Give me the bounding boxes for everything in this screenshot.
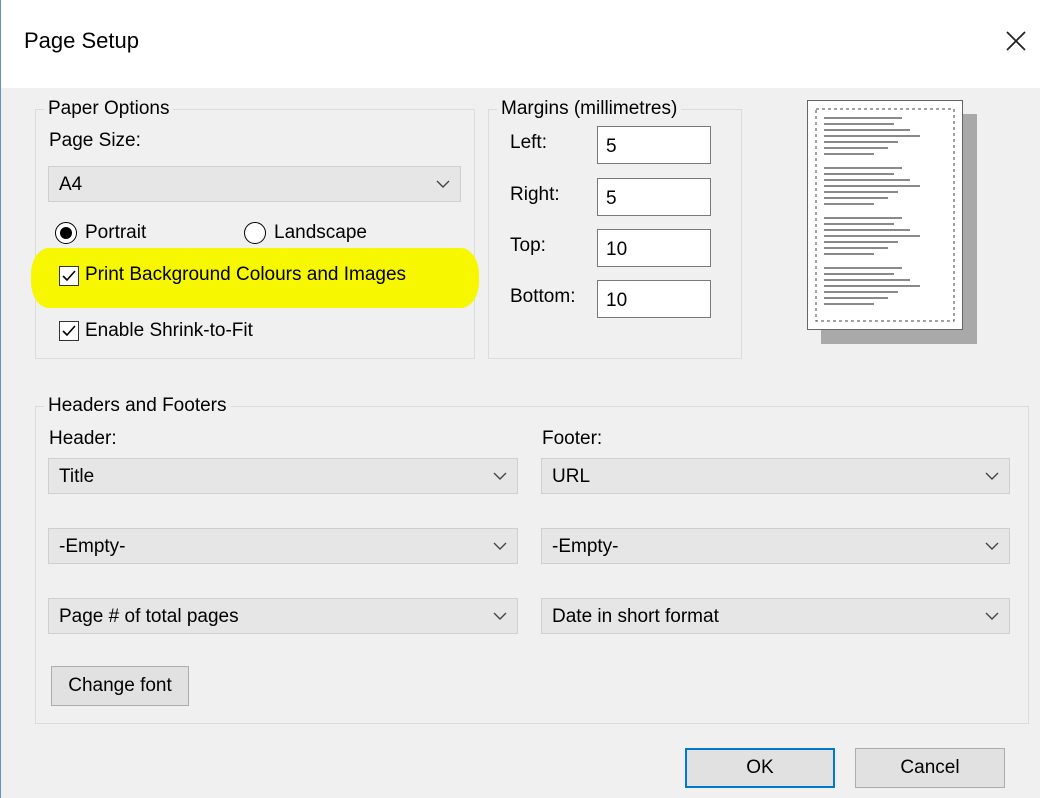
margin-left-label: Left: — [510, 132, 547, 153]
preview-text-line — [824, 253, 874, 255]
header-select-2[interactable]: -Empty- — [48, 528, 518, 564]
preview-text-line — [824, 279, 910, 281]
footer-select-3-value: Date in short format — [552, 606, 719, 627]
header-select-3[interactable]: Page # of total pages — [48, 598, 518, 634]
margin-bottom-label: Bottom: — [510, 286, 576, 307]
margin-top-value: 10 — [606, 239, 628, 260]
preview-text-lines — [824, 117, 920, 305]
shrink-to-fit-label[interactable]: Enable Shrink-to-Fit — [85, 319, 253, 343]
page-size-value: A4 — [59, 174, 83, 195]
preview-text-line — [824, 203, 874, 205]
preview-text-line — [824, 197, 888, 199]
chevron-down-icon — [985, 612, 999, 620]
preview-text-line — [824, 217, 902, 219]
change-font-button[interactable]: Change font — [51, 666, 189, 706]
preview-text-line — [824, 117, 902, 119]
preview-text-line — [824, 267, 902, 269]
header-select-1-value: Title — [59, 466, 95, 487]
title-bar: Page Setup — [1, 0, 1040, 88]
preview-text-line — [824, 223, 894, 225]
chevron-down-icon — [985, 542, 999, 550]
chevron-down-icon — [436, 180, 450, 188]
margin-top-label: Top: — [510, 235, 546, 256]
preview-text-line — [824, 247, 888, 249]
footer-select-1[interactable]: URL — [541, 458, 1010, 494]
footer-select-1-value: URL — [552, 466, 591, 487]
preview-text-line — [824, 291, 898, 293]
margin-right-input[interactable]: 5 — [597, 178, 711, 216]
page-preview-graphic — [815, 108, 955, 322]
footer-select-2-value: -Empty- — [552, 536, 619, 557]
portrait-label[interactable]: Portrait — [85, 221, 146, 245]
dialog-title: Page Setup — [24, 28, 139, 53]
preview-text-line — [824, 153, 874, 155]
preview-text-line — [824, 235, 920, 237]
print-background-checkbox[interactable] — [59, 266, 79, 286]
page-setup-dialog: Page Setup Paper Options Page Size: A4 P… — [0, 0, 1040, 798]
preview-text-line — [824, 185, 920, 187]
preview-text-line — [824, 179, 910, 181]
close-icon[interactable] — [1001, 26, 1031, 56]
header-select-1[interactable]: Title — [48, 458, 518, 494]
ok-button[interactable]: OK — [685, 748, 835, 788]
footer-select-2[interactable]: -Empty- — [541, 528, 1010, 564]
preview-text-line — [824, 303, 874, 305]
margin-right-label: Right: — [510, 184, 560, 205]
margin-bottom-value: 10 — [606, 290, 628, 311]
preview-text-line — [824, 229, 910, 231]
margin-left-input[interactable]: 5 — [597, 126, 711, 164]
paper-options-legend: Paper Options — [44, 97, 174, 121]
preview-margin-outline — [815, 108, 955, 322]
page-preview — [807, 100, 963, 330]
preview-text-line — [824, 147, 888, 149]
page-size-select[interactable]: A4 — [48, 166, 461, 202]
print-background-label[interactable]: Print Background Colours and Images — [85, 263, 406, 287]
chevron-down-icon — [493, 612, 507, 620]
landscape-radio[interactable] — [244, 222, 266, 244]
landscape-label[interactable]: Landscape — [274, 221, 367, 245]
cancel-button[interactable]: Cancel — [855, 748, 1005, 788]
preview-text-line — [824, 273, 894, 275]
margin-left-value: 5 — [606, 136, 617, 157]
header-select-3-value: Page # of total pages — [59, 606, 239, 627]
shrink-to-fit-checkbox[interactable] — [59, 321, 79, 341]
preview-text-line — [824, 191, 898, 193]
preview-text-line — [824, 297, 888, 299]
preview-text-line — [824, 241, 898, 243]
preview-text-line — [824, 167, 902, 169]
preview-text-line — [824, 129, 910, 131]
footer-select-3[interactable]: Date in short format — [541, 598, 1010, 634]
checkmark-icon — [62, 270, 76, 282]
margins-legend: Margins (millimetres) — [497, 97, 682, 121]
preview-text-line — [824, 123, 894, 125]
headers-footers-legend: Headers and Footers — [44, 394, 231, 418]
margin-right-value: 5 — [606, 188, 617, 209]
header-select-2-value: -Empty- — [59, 536, 126, 557]
page-size-label: Page Size: — [49, 130, 141, 151]
chevron-down-icon — [493, 542, 507, 550]
preview-text-line — [824, 135, 920, 137]
preview-text-line — [824, 173, 894, 175]
chevron-down-icon — [493, 472, 507, 480]
margin-top-input[interactable]: 10 — [597, 229, 711, 267]
header-label: Header: — [49, 428, 117, 449]
margin-bottom-input[interactable]: 10 — [597, 280, 711, 318]
checkmark-icon — [62, 325, 76, 337]
preview-text-line — [824, 141, 898, 143]
chevron-down-icon — [985, 472, 999, 480]
footer-label: Footer: — [542, 428, 603, 449]
radio-selected-dot — [59, 226, 72, 239]
portrait-radio[interactable] — [55, 222, 77, 244]
preview-text-line — [824, 285, 920, 287]
